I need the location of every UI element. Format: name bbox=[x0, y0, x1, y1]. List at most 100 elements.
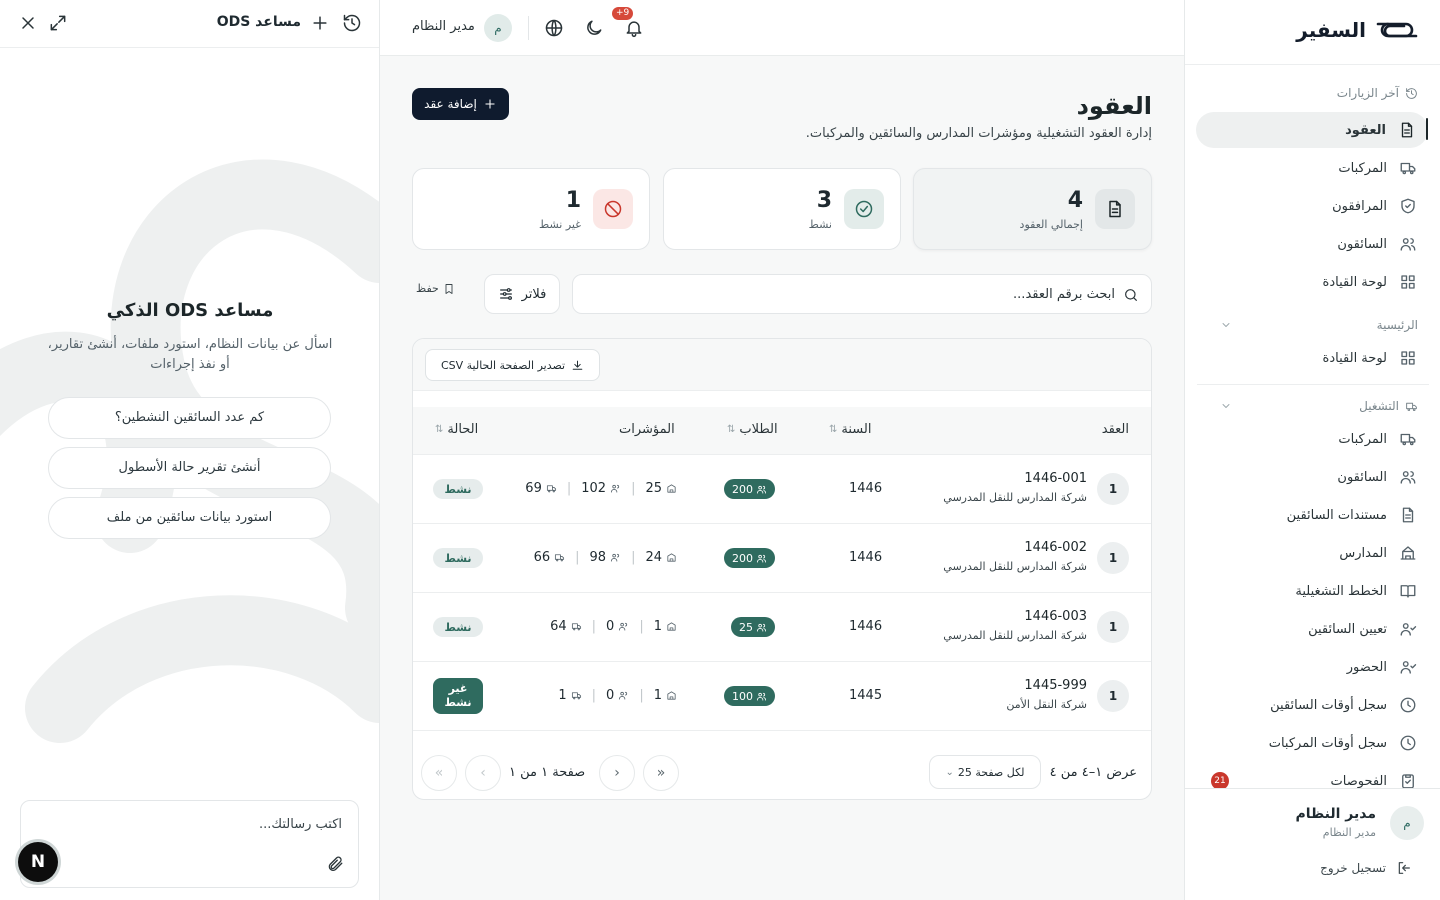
table-row[interactable]: 1 1445-999 شركة النقل الأمن 1445 100 1 |… bbox=[413, 662, 1151, 731]
contract-company: شركة المدارس للنقل المدرسي bbox=[943, 491, 1087, 504]
search-input[interactable]: ابحث برقم العقد... bbox=[1013, 287, 1115, 302]
stat-active[interactable]: 3 نشط bbox=[663, 168, 901, 250]
recent-label: آخر الزيارات bbox=[1336, 86, 1399, 100]
stat-label: إجمالي العقود bbox=[1019, 218, 1083, 231]
sidebar-item-dashboard[interactable]: لوحة القيادة bbox=[1323, 340, 1417, 376]
column-status[interactable]: الحالة ⇅ bbox=[435, 422, 478, 437]
contract-number[interactable]: 1446-002 bbox=[1024, 540, 1087, 555]
sidebar-item-drivers-recent[interactable]: السائقون bbox=[1337, 226, 1417, 262]
status-badge: نشط bbox=[433, 617, 483, 637]
message-input[interactable]: اكتب رسالتك... bbox=[259, 817, 342, 832]
students-badge: 25 bbox=[731, 617, 775, 637]
logout-icon bbox=[1396, 860, 1412, 876]
globe-icon[interactable] bbox=[544, 18, 564, 38]
contract-company: شركة النقل الأمن bbox=[1006, 698, 1087, 711]
main-content: إضافة عقد العقود إدارة العقود التشغيلية … bbox=[380, 56, 1184, 900]
add-contract-label: إضافة عقد bbox=[424, 97, 477, 111]
export-csv-button[interactable]: تصدير الصفحة الحالية CSV bbox=[425, 349, 600, 381]
logout-button[interactable]: تسجيل خروج bbox=[1320, 860, 1412, 876]
truck-icon bbox=[554, 552, 565, 563]
contract-number[interactable]: 1446-001 bbox=[1024, 471, 1087, 486]
next-page-button[interactable]: › bbox=[599, 755, 635, 791]
sidebar-item-operational-plans[interactable]: الخطط التشغيلية bbox=[1295, 573, 1417, 609]
result-count: عرض ١–٤ من ٤ bbox=[1049, 765, 1137, 780]
column-students[interactable]: الطلاب ⇅ bbox=[727, 422, 778, 437]
sidebar-item-drivers[interactable]: السائقون bbox=[1337, 459, 1417, 495]
stat-label: غير نشط bbox=[539, 218, 581, 231]
suggestion-fleet-report[interactable]: أنشئ تقرير حالة الأسطول bbox=[48, 447, 331, 489]
sidebar-item-driver-time-log[interactable]: سجل أوقات السائقين bbox=[1270, 687, 1417, 723]
moon-icon[interactable] bbox=[584, 18, 604, 38]
filters-button[interactable]: فلاتر bbox=[484, 274, 560, 314]
vehicles-count: 69 bbox=[525, 481, 542, 496]
close-icon[interactable] bbox=[18, 13, 38, 33]
ops-group-label[interactable]: التشغيل bbox=[1222, 399, 1418, 413]
table-header: العقد السنة ⇅ الطلاب ⇅ المؤشرات الحالة ⇅ bbox=[413, 407, 1151, 455]
attach-icon[interactable] bbox=[326, 855, 344, 873]
ops-label: التشغيل bbox=[1359, 399, 1399, 413]
vehicles-count: 64 bbox=[550, 619, 567, 634]
grid-icon bbox=[1399, 349, 1417, 367]
users-icon bbox=[756, 553, 767, 564]
table-row[interactable]: 1 1446-002 شركة المدارس للنقل المدرسي 14… bbox=[413, 524, 1151, 593]
column-contract[interactable]: العقد bbox=[1102, 422, 1129, 437]
row-index: 1 bbox=[1097, 680, 1129, 712]
save-view-button[interactable]: حفظ bbox=[416, 282, 455, 295]
brand-logo[interactable]: السفير bbox=[1296, 14, 1420, 46]
table-row[interactable]: 1 1446-001 شركة المدارس للنقل المدرسي 14… bbox=[413, 455, 1151, 524]
n-floating-button[interactable]: N bbox=[18, 842, 58, 882]
assistant-heading: مساعد ODS الذكي bbox=[106, 300, 274, 321]
truck-icon bbox=[1399, 159, 1417, 177]
sidebar-item-attendance[interactable]: الحضور bbox=[1347, 649, 1417, 685]
sidebar-item-vehicles[interactable]: المركبات bbox=[1338, 421, 1417, 457]
last-page-button[interactable]: » bbox=[643, 755, 679, 791]
stat-label: نشط bbox=[808, 218, 832, 231]
stat-total-contracts[interactable]: 4 إجمالي العقود bbox=[913, 168, 1152, 250]
new-chat-icon[interactable] bbox=[310, 13, 330, 33]
grid-icon bbox=[1399, 273, 1417, 291]
notification-badge: +9 bbox=[612, 7, 634, 20]
contract-year: 1446 bbox=[849, 619, 883, 634]
sort-icon: ⇅ bbox=[435, 424, 444, 435]
prev-page-button[interactable]: ‹ bbox=[465, 755, 501, 791]
expand-icon[interactable] bbox=[48, 13, 68, 33]
per-page-select[interactable]: لكل صفحة 25 ⌄ bbox=[929, 755, 1041, 789]
message-composer[interactable]: اكتب رسالتك... bbox=[20, 800, 359, 888]
table-row[interactable]: 1 1446-003 شركة المدارس للنقل المدرسي 14… bbox=[413, 593, 1151, 662]
sidebar-user[interactable]: م مدير النظام مدير النظام bbox=[1200, 806, 1424, 842]
contract-number[interactable]: 1446-003 bbox=[1024, 609, 1087, 624]
contract-year: 1445 bbox=[849, 688, 883, 703]
bell-icon[interactable] bbox=[624, 18, 644, 38]
first-page-button[interactable]: « bbox=[421, 755, 457, 791]
header-user-name[interactable]: مدير النظام bbox=[412, 19, 475, 34]
sidebar-item-vehicles-recent[interactable]: المركبات bbox=[1338, 150, 1417, 186]
page-title: العقود bbox=[1076, 92, 1152, 120]
sidebar-item-dashboard-recent[interactable]: لوحة القيادة bbox=[1323, 264, 1417, 300]
add-contract-button[interactable]: إضافة عقد bbox=[412, 88, 509, 120]
main-group-label[interactable]: الرئيسية bbox=[1222, 318, 1418, 332]
truck-icon bbox=[571, 621, 582, 632]
sidebar-item-driver-assignment[interactable]: تعيين السائقين bbox=[1308, 611, 1417, 647]
recent-group-label: آخر الزيارات bbox=[1337, 86, 1418, 100]
sidebar-item-vehicle-time-log[interactable]: سجل أوقات المركبات bbox=[1269, 725, 1417, 761]
contract-search[interactable]: ابحث برقم العقد... bbox=[572, 274, 1152, 314]
header-avatar[interactable]: م bbox=[484, 14, 512, 42]
table-toolbar: تصدير الصفحة الحالية CSV bbox=[413, 339, 1151, 391]
sidebar-item-schools[interactable]: المدارس bbox=[1339, 535, 1417, 571]
column-year[interactable]: السنة ⇅ bbox=[829, 422, 871, 437]
users-icon bbox=[756, 622, 767, 633]
users-icon bbox=[1399, 468, 1417, 486]
sidebar-item-contracts[interactable]: العقود bbox=[1196, 112, 1428, 148]
stat-inactive[interactable]: 1 غير نشط bbox=[412, 168, 650, 250]
history-icon[interactable] bbox=[342, 13, 362, 33]
users-icon bbox=[618, 621, 629, 632]
contract-number[interactable]: 1445-999 bbox=[1024, 678, 1087, 693]
chevron-down-icon bbox=[1220, 319, 1232, 331]
status-badge: غير نشط bbox=[433, 678, 483, 714]
students-count: 25 bbox=[739, 620, 753, 634]
sidebar-item-driver-documents[interactable]: مستندات السائقين bbox=[1287, 497, 1417, 533]
contract-year: 1446 bbox=[849, 550, 883, 565]
suggestion-import-drivers[interactable]: استورد بيانات سائقين من ملف bbox=[48, 497, 331, 539]
suggestion-active-drivers[interactable]: كم عدد السائقين النشطين؟ bbox=[48, 397, 331, 439]
sidebar-item-escorts[interactable]: المرافقون bbox=[1332, 188, 1417, 224]
